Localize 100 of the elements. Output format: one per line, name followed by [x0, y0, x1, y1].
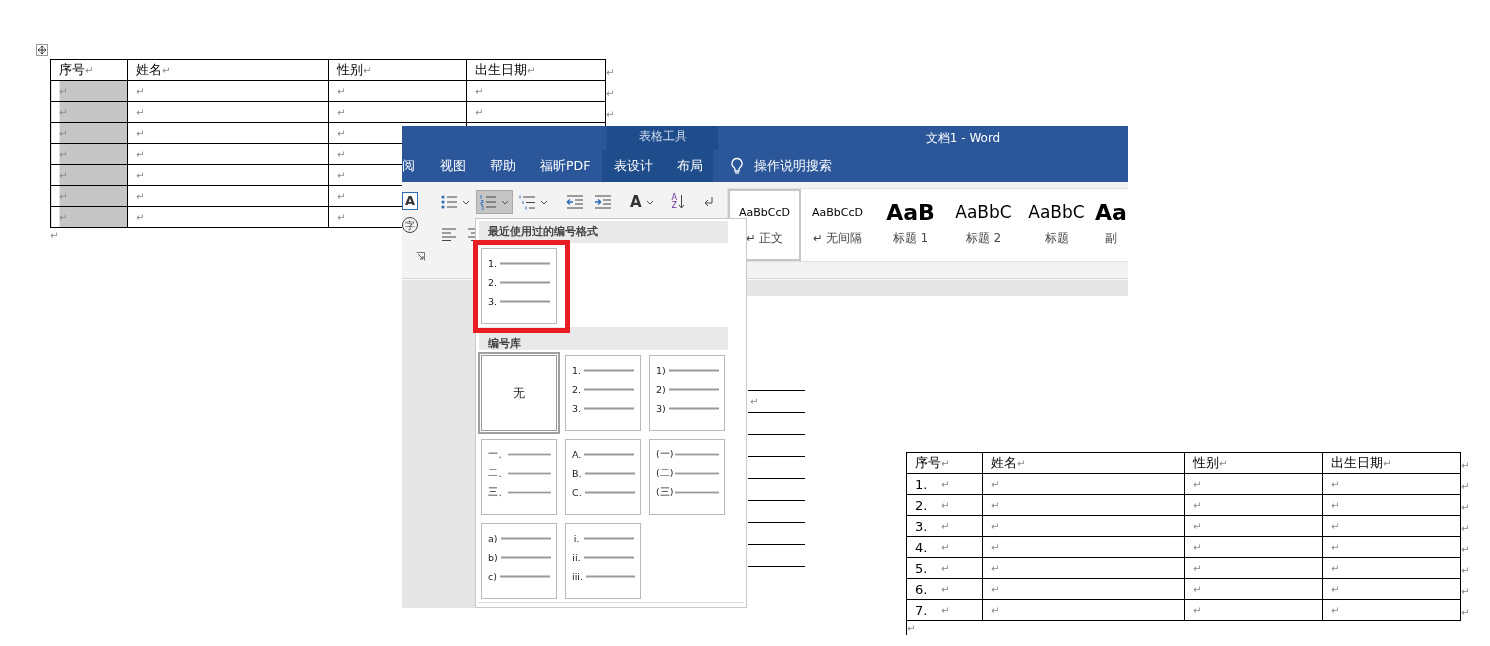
align-left-icon — [441, 227, 457, 241]
line-placeholder-icon — [584, 491, 635, 494]
line-placeholder-icon — [668, 388, 719, 391]
list-number: 一、 — [488, 448, 506, 461]
paragraph-mark: ↵ — [337, 148, 346, 160]
paragraph-mark: ↵ — [941, 541, 950, 553]
list-number: 2. — [572, 384, 582, 395]
numbering-format-option[interactable]: 无 — [481, 355, 557, 431]
ribbon-tab[interactable]: 布局 — [665, 150, 716, 182]
ribbon-tab[interactable]: 阅 — [402, 150, 428, 182]
paragraph-mark: ↵ — [59, 211, 68, 223]
list-number: 6. — [915, 581, 929, 597]
line-placeholder-icon — [584, 537, 634, 540]
row-end-mark: ↵ — [1461, 585, 1470, 597]
line-placeholder-icon — [500, 537, 551, 540]
paragraph-mark: ↵ — [337, 190, 346, 202]
style-item[interactable]: AaBbCcD ↵ 无间隔 — [801, 189, 874, 261]
ribbon-tab[interactable]: 视图 — [428, 150, 478, 182]
row-end-mark: ↵ — [1461, 459, 1470, 471]
line-placeholder-icon — [584, 472, 635, 475]
style-item[interactable]: AaBbC 标题 — [1020, 189, 1093, 261]
list-number: 4. — [915, 539, 929, 555]
list-number: iii. — [572, 571, 583, 582]
paragraph-mark: ↵ — [941, 562, 950, 574]
font-color-button[interactable]: A — [402, 192, 418, 210]
style-preview: AaBbCcD — [812, 204, 863, 221]
list-number: a) — [488, 533, 498, 544]
paragraph-mark: ↵ — [136, 211, 145, 223]
option-label: 无 — [513, 384, 525, 402]
table-move-handle-icon — [36, 44, 48, 56]
sort-button[interactable]: A Z — [667, 190, 690, 214]
dialog-launcher-icon[interactable] — [416, 252, 425, 261]
numbering-format-option[interactable]: i. ii. iii. — [565, 523, 641, 599]
align-center-icon — [467, 227, 476, 241]
paragraph-mark: ↵ — [337, 169, 346, 181]
paragraph-mark: ↵ — [50, 229, 59, 241]
list-number: 1) — [656, 365, 666, 376]
down-arrow-icon — [678, 194, 686, 210]
paragraph-mark: ↵ — [85, 64, 94, 76]
numbering-format-option[interactable]: 1) 2) 3) — [649, 355, 725, 431]
numbering-format-option[interactable]: 1. 2. 3. — [481, 248, 557, 324]
list-number: A. — [572, 449, 582, 460]
paragraph-mark: ↵ — [1331, 520, 1340, 532]
style-label: 标题 2 — [966, 231, 1001, 246]
paragraph-mark: ↵ — [475, 85, 484, 97]
paragraph-mark: ↵ — [59, 127, 68, 139]
paragraph-mark: ↵ — [337, 106, 346, 118]
list-number: 2. — [915, 497, 929, 513]
paragraph-mark: ↵ — [991, 583, 1000, 595]
style-item[interactable]: AaB 标题 1 — [874, 189, 947, 261]
paragraph-mark: ↵ — [1331, 478, 1340, 490]
cell-text: 性别 — [337, 61, 363, 79]
context-tab-title: 表格工具 — [607, 126, 718, 150]
paragraph-mark: ↵ — [59, 169, 68, 181]
row-end-mark: ↵ — [1461, 564, 1470, 576]
row-end-mark: ↵ — [1461, 606, 1470, 618]
ribbon-tab[interactable]: 表设计 — [602, 150, 666, 182]
paragraph-mark: ↵ — [1383, 457, 1392, 469]
paragraph-mark: ↵ — [527, 64, 536, 76]
line-placeholder-icon — [668, 407, 719, 410]
paragraph-mark: ↵ — [1331, 604, 1340, 616]
line-placeholder-icon — [584, 388, 635, 391]
numbering-format-option[interactable]: 1. 2. 3. — [565, 355, 641, 431]
style-item[interactable]: AaBbC 标题 2 — [947, 189, 1020, 261]
numbering-format-option[interactable]: A. B. C. — [565, 439, 641, 515]
line-placeholder-icon — [674, 472, 719, 475]
tell-me-search[interactable]: 操作说明搜索 — [754, 157, 833, 175]
paragraph-mark: ↵ — [991, 604, 1000, 616]
asian-layout-button[interactable]: A — [626, 190, 658, 214]
numbering-format-option[interactable]: 一、 二、 三、 — [481, 439, 557, 515]
ribbon-tab[interactable]: 福昕PDF — [528, 150, 603, 182]
style-preview: AaB — [886, 199, 935, 225]
style-item[interactable]: Aa 副 — [1093, 189, 1128, 261]
list-number: 1. — [488, 258, 498, 269]
caret-icon — [645, 199, 654, 205]
numbering-button[interactable] — [476, 190, 513, 214]
ribbon-tab[interactable]: 帮助 — [478, 150, 528, 182]
list-number: 2. — [488, 277, 498, 288]
paragraph-mark: ↵ — [941, 583, 950, 595]
return-arrow-icon — [703, 195, 716, 209]
paragraph-mark: ↵ — [337, 211, 346, 223]
numbering-format-option[interactable]: (一) (二) (三) — [649, 439, 725, 515]
caret-icon — [462, 199, 470, 205]
list-number: 5. — [915, 560, 929, 576]
line-placeholder-icon — [584, 453, 635, 456]
paragraph-mark: ↵ — [991, 562, 1000, 574]
sort-letter: Z — [671, 202, 678, 210]
list-number: ii. — [572, 552, 581, 563]
line-placeholder-icon — [500, 575, 550, 578]
numbering-format-option[interactable]: a) b) c) — [481, 523, 557, 599]
list-number: i. — [572, 533, 581, 544]
row-end-mark: ↵ — [1461, 522, 1470, 534]
paragraph-mark: ↵ — [991, 478, 1000, 490]
cell-text: 姓名 — [991, 454, 1017, 472]
list-number: (三) — [656, 486, 672, 499]
paragraph-mark: ↵ — [1331, 583, 1340, 595]
list-number: 3. — [915, 518, 929, 534]
paragraph-mark: ↵ — [1193, 520, 1202, 532]
paragraph-mark: ↵ — [941, 604, 950, 616]
row-end-mark: ↵ — [1461, 501, 1470, 513]
